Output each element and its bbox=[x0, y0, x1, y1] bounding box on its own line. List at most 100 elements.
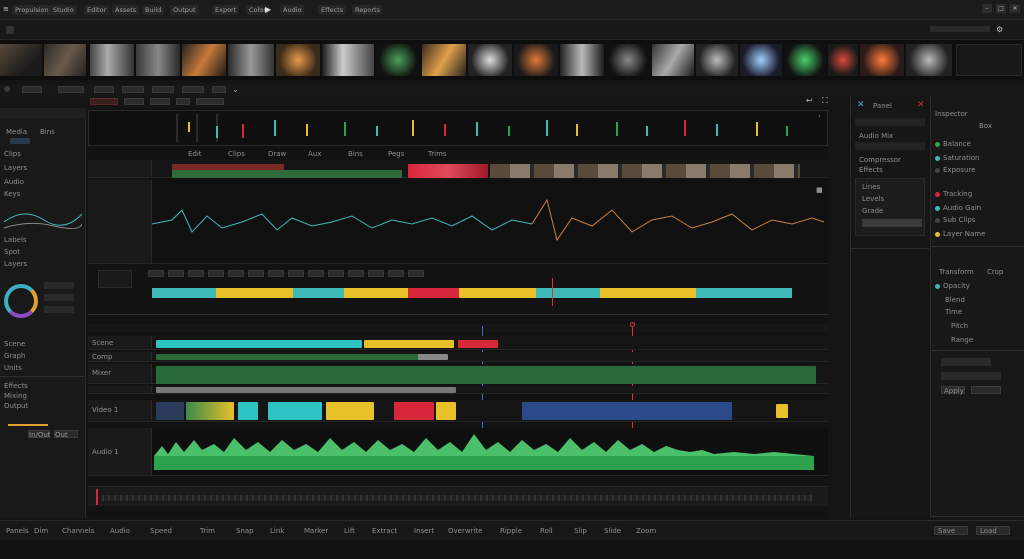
panel-field[interactable] bbox=[855, 142, 925, 150]
thumbnail[interactable] bbox=[0, 44, 42, 76]
left-panel-item[interactable]: Layers bbox=[4, 260, 27, 269]
mini-pill[interactable] bbox=[328, 270, 344, 277]
out-button[interactable]: Out bbox=[54, 430, 78, 439]
bottom-item[interactable]: Slide bbox=[604, 527, 621, 536]
close-icon[interactable]: ✕ bbox=[917, 100, 925, 110]
thumbnail[interactable] bbox=[514, 44, 558, 76]
transport-item[interactable]: Pegs bbox=[388, 150, 404, 159]
clip-green-long[interactable] bbox=[156, 366, 816, 384]
clip[interactable] bbox=[186, 402, 234, 420]
bottom-item[interactable]: Roll bbox=[540, 527, 553, 536]
bottom-item[interactable]: Overwrite bbox=[448, 527, 482, 536]
thumbnail[interactable] bbox=[784, 44, 826, 76]
clip[interactable] bbox=[436, 402, 456, 420]
minimize-icon[interactable]: – bbox=[982, 4, 992, 13]
mini-pill[interactable] bbox=[248, 270, 264, 277]
rp2-field[interactable] bbox=[941, 372, 1001, 380]
left-panel-item[interactable]: Keys bbox=[4, 190, 20, 199]
search-field[interactable] bbox=[930, 26, 990, 32]
thumbnail[interactable] bbox=[906, 44, 952, 76]
bottom-item[interactable]: Audio bbox=[110, 527, 130, 536]
apply-button[interactable]: Apply bbox=[941, 386, 965, 395]
thumbnail[interactable] bbox=[828, 44, 858, 76]
dial-field[interactable] bbox=[44, 306, 74, 313]
mini-pill[interactable] bbox=[228, 270, 244, 277]
rp2-item[interactable]: Blend bbox=[945, 296, 965, 305]
menu-item-9[interactable]: Effects bbox=[318, 5, 347, 15]
mini-pill[interactable] bbox=[388, 270, 404, 277]
clip-yellow[interactable] bbox=[364, 340, 454, 348]
transport-item[interactable]: Draw bbox=[268, 150, 286, 159]
bottom-item[interactable]: Marker bbox=[304, 527, 328, 536]
rp1-item[interactable]: Lines bbox=[862, 183, 880, 192]
bottom-item[interactable]: Ripple bbox=[500, 527, 522, 536]
scrubber[interactable] bbox=[88, 486, 828, 506]
bottom-item[interactable]: Slip bbox=[574, 527, 587, 536]
bottom-item[interactable]: Zoom bbox=[636, 527, 656, 536]
check-icon[interactable]: ✕ bbox=[857, 100, 865, 110]
clip[interactable] bbox=[326, 402, 374, 420]
save-button[interactable]: Save bbox=[934, 526, 968, 535]
menu-item-5[interactable]: Output bbox=[170, 5, 199, 15]
thumbnail[interactable] bbox=[560, 44, 604, 76]
left-panel-item[interactable]: Clips bbox=[4, 150, 21, 159]
clip-audio-red[interactable] bbox=[408, 164, 488, 178]
left-panel-item[interactable]: Bins bbox=[40, 128, 55, 137]
mini-pill[interactable] bbox=[288, 270, 304, 277]
mini-pill[interactable] bbox=[208, 270, 224, 277]
thumbnail[interactable] bbox=[606, 44, 650, 76]
rp1-item[interactable]: Levels bbox=[862, 195, 884, 204]
chevron-down-icon[interactable]: ⌄ bbox=[232, 85, 239, 94]
bottom-item[interactable]: Snap bbox=[236, 527, 254, 536]
thumbnail[interactable] bbox=[696, 44, 738, 76]
menu-item-2[interactable]: Editor bbox=[84, 5, 110, 15]
playhead-marker[interactable] bbox=[552, 278, 553, 306]
clip-gray[interactable] bbox=[156, 387, 456, 393]
left-panel-item[interactable]: Scene bbox=[4, 340, 25, 349]
clip-blue[interactable] bbox=[522, 402, 732, 420]
clip[interactable] bbox=[156, 402, 184, 420]
left-panel-item[interactable]: Media bbox=[6, 128, 27, 137]
slider[interactable] bbox=[8, 424, 48, 426]
rp2-row[interactable]: Opacity bbox=[935, 282, 970, 290]
clip[interactable] bbox=[238, 402, 258, 420]
maximize-icon[interactable]: □ bbox=[996, 4, 1006, 13]
thumbnail[interactable] bbox=[740, 44, 782, 76]
menu-item-1[interactable]: Studio bbox=[50, 5, 77, 15]
bottom-item[interactable]: Speed bbox=[150, 527, 172, 536]
clip-gray[interactable] bbox=[418, 354, 448, 360]
thumbnail[interactable] bbox=[136, 44, 180, 76]
left-panel-footer-item[interactable]: Mixing bbox=[4, 392, 27, 401]
thumbnail[interactable] bbox=[468, 44, 512, 76]
control-pill[interactable] bbox=[58, 86, 84, 93]
bottom-item[interactable]: Trim bbox=[200, 527, 215, 536]
menu-item-8[interactable]: Audio bbox=[280, 5, 305, 15]
clip-video-strip[interactable] bbox=[490, 164, 800, 178]
left-panel-item[interactable]: Spot bbox=[4, 248, 20, 257]
rp2-row[interactable]: Tracking bbox=[935, 190, 972, 198]
record-icon[interactable] bbox=[4, 86, 10, 92]
bottom-item[interactable]: Extract bbox=[372, 527, 397, 536]
rp2-row[interactable]: Layer Name bbox=[935, 230, 985, 238]
clip[interactable] bbox=[268, 402, 322, 420]
rp1-item[interactable]: Effects bbox=[859, 166, 883, 175]
mini-pill[interactable] bbox=[348, 270, 364, 277]
bottom-item[interactable]: Channels bbox=[62, 527, 94, 536]
back-icon[interactable]: ↩ bbox=[806, 96, 813, 105]
rp2-item[interactable]: Time bbox=[945, 308, 962, 317]
mini-pill[interactable] bbox=[308, 270, 324, 277]
menu-item-0[interactable]: Propulsion bbox=[12, 5, 52, 15]
control-pill[interactable] bbox=[150, 98, 170, 105]
mini-pill[interactable] bbox=[148, 270, 164, 277]
control-pill[interactable] bbox=[196, 98, 224, 105]
thumbnail[interactable] bbox=[276, 44, 320, 76]
load-button[interactable]: Load bbox=[976, 526, 1010, 535]
left-panel-item[interactable]: Audio bbox=[4, 178, 24, 187]
control-pill[interactable] bbox=[182, 86, 204, 93]
transport-item[interactable]: Clips bbox=[228, 150, 245, 159]
clip-red[interactable] bbox=[458, 340, 498, 348]
in-out-button[interactable]: In/Out bbox=[28, 430, 51, 439]
rp2-row[interactable]: Balance bbox=[935, 140, 971, 148]
control-pill[interactable] bbox=[176, 98, 190, 105]
thumbnail[interactable] bbox=[44, 44, 86, 76]
